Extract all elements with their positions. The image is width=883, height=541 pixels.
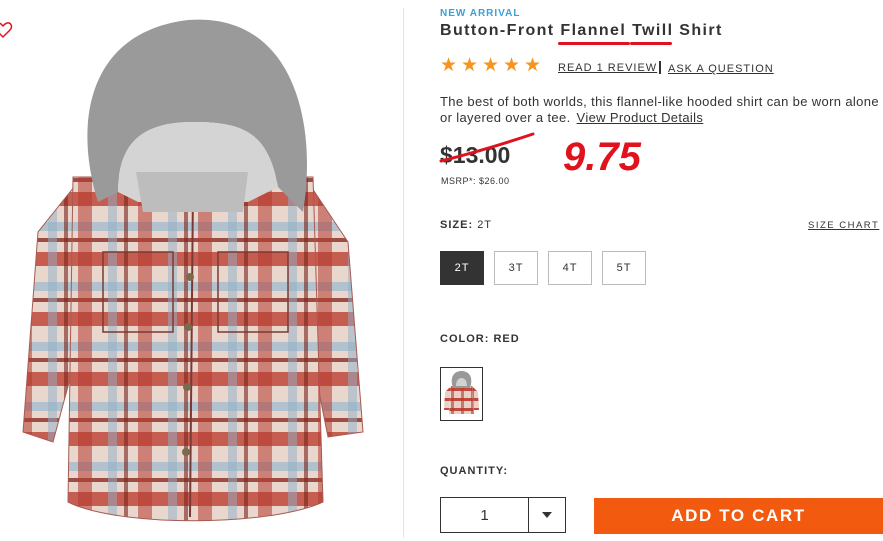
rating-stars[interactable]: ★ ★ ★ ★ ★ [440, 55, 542, 76]
product-image[interactable] [18, 12, 368, 532]
title-part-1: Button-Front [440, 22, 561, 39]
heart-icon[interactable] [0, 20, 13, 40]
quantity-label: QUANTITY: [440, 465, 509, 477]
quantity-select[interactable]: 1 [440, 497, 566, 533]
title-part-3: l Shirt [667, 22, 723, 39]
selected-size: 2T [477, 219, 493, 231]
new-arrival-badge: NEW ARRIVAL [440, 8, 521, 19]
star-icon: ★ [461, 55, 479, 76]
size-option-4t[interactable]: 4T [548, 251, 592, 285]
size-options: 2T 3T 4T 5T [440, 251, 646, 285]
color-swatch-red[interactable] [440, 367, 483, 421]
handwritten-new-price: 9.75 [563, 135, 641, 179]
caret-down-icon [542, 512, 552, 518]
title-highlight-twil: Twil [630, 22, 672, 45]
swatch-thumbnail [444, 371, 479, 414]
title-highlight-flannel: Flannel [558, 22, 631, 45]
add-to-cart-button[interactable]: ADD TO CART [594, 498, 883, 534]
star-icon: ★ [524, 55, 542, 76]
read-review-link[interactable]: READ 1 REVIEW [558, 62, 657, 74]
product-details: NEW ARRIVAL Button-Front Flannel Twill S… [439, 0, 883, 541]
product-description: The best of both worlds, this flannel-li… [440, 94, 882, 126]
view-details-link[interactable]: View Product Details [577, 110, 704, 125]
size-option-2t[interactable]: 2T [440, 251, 484, 285]
ask-question-link[interactable]: ASK A QUESTION [668, 63, 774, 75]
product-title: Button-Front Flannel Twill Shirt [440, 22, 723, 45]
product-image-area [0, 0, 403, 541]
quantity-dropdown-toggle[interactable] [528, 498, 565, 532]
msrp-price: MSRP*: $26.00 [441, 176, 510, 186]
size-label: SIZE: 2T [440, 219, 493, 231]
price-strikethrough-annotation [439, 132, 535, 163]
size-option-5t[interactable]: 5T [602, 251, 646, 285]
star-icon: ★ [440, 55, 458, 76]
size-option-3t[interactable]: 3T [494, 251, 538, 285]
star-icon: ★ [503, 55, 521, 76]
link-separator [659, 61, 661, 74]
quantity-value: 1 [480, 506, 489, 524]
column-divider [403, 8, 404, 538]
star-icon: ★ [482, 55, 500, 76]
size-chart-link[interactable]: SIZE CHART [808, 220, 879, 231]
color-label: COLOR: RED [440, 333, 520, 345]
